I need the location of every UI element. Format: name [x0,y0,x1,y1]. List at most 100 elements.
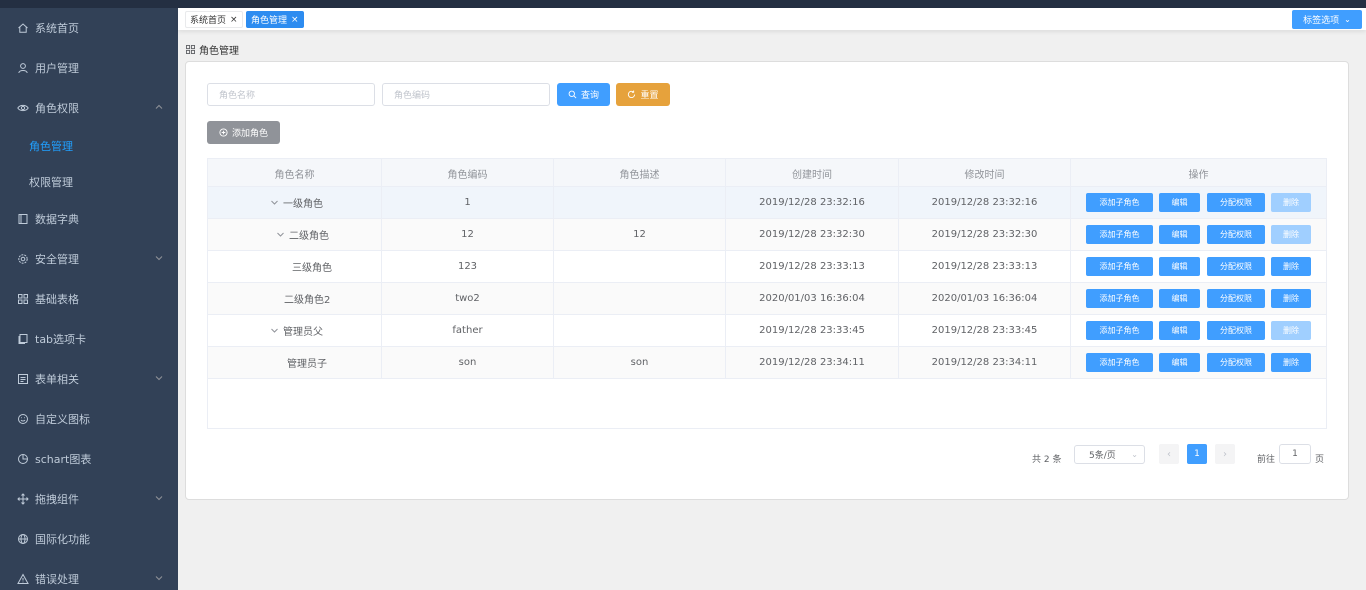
role-desc-cell [554,187,726,218]
next-page-button[interactable]: › [1215,444,1235,464]
sidebar-subitem-label: 权限管理 [29,176,73,189]
sidebar-item-label: 国际化功能 [35,533,90,546]
sidebar-subitem-role-management[interactable]: 角色管理 [0,128,178,164]
column-header: 角色描述 [554,159,726,187]
breadcrumb: 角色管理 [186,42,239,57]
page-unit-label: 页 [1315,454,1325,465]
created-time-cell: 2019/12/28 23:33:13 [726,251,899,282]
role-code-cell: 1 [382,187,554,218]
sidebar-item-tabs[interactable]: tab选项卡 [0,319,178,359]
sidebar-item-schart[interactable]: schart图表 [0,439,178,479]
delete-button[interactable]: 删除 [1271,321,1311,340]
edit-button[interactable]: 编辑 [1159,193,1200,212]
column-header: 角色编码 [382,159,554,187]
grid-icon [186,44,195,54]
role-code-cell: two2 [382,283,554,314]
tag-label: 系统首页 [190,16,227,26]
role-code-input[interactable]: 角色编码 [382,83,550,106]
table-row[interactable]: 二级角色 12 12 2019/12/28 23:32:30 2019/12/28 23… [208,219,1326,251]
created-time-cell: 2019/12/28 23:34:11 [726,347,899,378]
delete-button[interactable]: 删除 [1271,257,1311,276]
edit-button[interactable]: 编辑 [1159,353,1200,372]
delete-button[interactable]: 删除 [1271,193,1311,212]
sidebar-item-label: 自定义图标 [35,413,90,426]
edit-button[interactable]: 编辑 [1159,257,1200,276]
top-header-bar [0,0,1366,8]
assign-permission-button[interactable]: 分配权限 [1207,353,1265,372]
close-icon[interactable]: × [230,15,238,25]
page-size-value: 5条/页 [1089,451,1116,461]
expand-arrow-icon[interactable] [276,230,285,239]
goto-page-input[interactable]: 1 [1279,444,1311,464]
modified-time-cell: 2019/12/28 23:33:45 [899,315,1071,346]
role-desc-cell [554,283,726,314]
table-row[interactable]: 管理员父 father 2019/12/28 23:33:45 2019/12/28 … [208,315,1326,347]
edit-button[interactable]: 编辑 [1159,225,1200,244]
expand-arrow-icon[interactable] [270,326,279,335]
tag-options-label: 标签选项 [1303,16,1340,26]
add-role-button[interactable]: 添加角色 [207,121,280,144]
actions-cell: 添加子角色 编辑 分配权限 删除 [1071,347,1326,378]
assign-permission-button[interactable]: 分配权限 [1207,289,1265,308]
pagination-total: 共 2 条 [1032,454,1062,465]
sidebar-item-errors[interactable]: 错误处理 [0,559,178,590]
assign-permission-button[interactable]: 分配权限 [1207,225,1265,244]
add-child-role-button[interactable]: 添加子角色 [1086,289,1153,308]
delete-button[interactable]: 删除 [1271,289,1311,308]
content-card: 角色名称 角色编码 查询 重置 添加角色 角色名称 角色编码 角色描述 创建时间… [185,61,1349,500]
tag-options-button[interactable]: 标签选项 ⌄ [1292,10,1362,29]
reset-button[interactable]: 重置 [616,83,670,106]
page-number-current[interactable]: 1 [1187,444,1207,464]
add-child-role-button[interactable]: 添加子角色 [1086,193,1153,212]
search-icon [568,90,577,99]
sidebar-item-label: 角色权限 [35,102,79,115]
table-row[interactable]: 二级角色2 two2 2020/01/03 16:36:04 2020/01/03 1… [208,283,1326,315]
delete-button[interactable]: 删除 [1271,225,1311,244]
sidebar-subitem-label: 角色管理 [29,140,73,153]
sidebar-item-i18n[interactable]: 国际化功能 [0,519,178,559]
assign-permission-button[interactable]: 分配权限 [1207,257,1265,276]
grid-icon [17,293,29,305]
assign-permission-button[interactable]: 分配权限 [1207,193,1265,212]
query-label: 查询 [580,91,599,101]
table-row[interactable]: 管理员子 son son 2019/12/28 23:34:11 2019/12/28 … [208,347,1326,379]
table-row[interactable]: 一级角色 1 2019/12/28 23:32:16 2019/12/28 23:32… [208,187,1326,219]
role-code-cell: son [382,347,554,378]
delete-button[interactable]: 删除 [1271,353,1311,372]
sidebar-item-label: tab选项卡 [35,333,87,346]
copy-icon [17,333,29,345]
sidebar-item-data-dictionary[interactable]: 数据字典 [0,199,178,239]
role-name-cell: 二级角色 [208,219,382,250]
assign-permission-button[interactable]: 分配权限 [1207,321,1265,340]
role-name-input[interactable]: 角色名称 [207,83,375,106]
sidebar-item-basic-table[interactable]: 基础表格 [0,279,178,319]
edit-button[interactable]: 编辑 [1159,289,1200,308]
chevron-down-icon: ⌄ [1344,15,1351,24]
add-child-role-button[interactable]: 添加子角色 [1086,321,1153,340]
query-button[interactable]: 查询 [557,83,610,106]
add-child-role-button[interactable]: 添加子角色 [1086,257,1153,276]
column-header: 操作 [1188,169,1209,181]
table-row[interactable]: 三级角色 123 2019/12/28 23:33:13 2019/12/28 23:… [208,251,1326,283]
role-desc-cell [554,251,726,282]
add-child-role-button[interactable]: 添加子角色 [1086,353,1153,372]
sidebar-item-drag[interactable]: 拖拽组件 [0,479,178,519]
sidebar-item-custom-icons[interactable]: 自定义图标 [0,399,178,439]
sidebar-subitem-permission-management[interactable]: 权限管理 [0,164,178,200]
sidebar-item-home[interactable]: 系统首页 [0,8,178,48]
sidebar-item-security[interactable]: 安全管理 [0,239,178,279]
expand-arrow-icon[interactable] [270,198,279,207]
edit-button[interactable]: 编辑 [1159,321,1200,340]
column-header: 角色名称 [208,159,382,187]
sidebar-item-role-permissions[interactable]: 角色权限 [0,88,178,128]
tag-home[interactable]: 系统首页 × [185,11,243,28]
created-time-cell: 2019/12/28 23:32:16 [726,187,899,218]
column-header: 创建时间 [726,159,899,187]
close-icon[interactable]: × [291,15,299,25]
prev-page-button[interactable]: ‹ [1159,444,1179,464]
tag-role-management[interactable]: 角色管理 × [246,11,304,28]
page-size-select[interactable]: 5条/页 ⌄ [1074,445,1145,464]
sidebar-item-users[interactable]: 用户管理 [0,48,178,88]
sidebar-item-forms[interactable]: 表单相关 [0,359,178,399]
add-child-role-button[interactable]: 添加子角色 [1086,225,1153,244]
